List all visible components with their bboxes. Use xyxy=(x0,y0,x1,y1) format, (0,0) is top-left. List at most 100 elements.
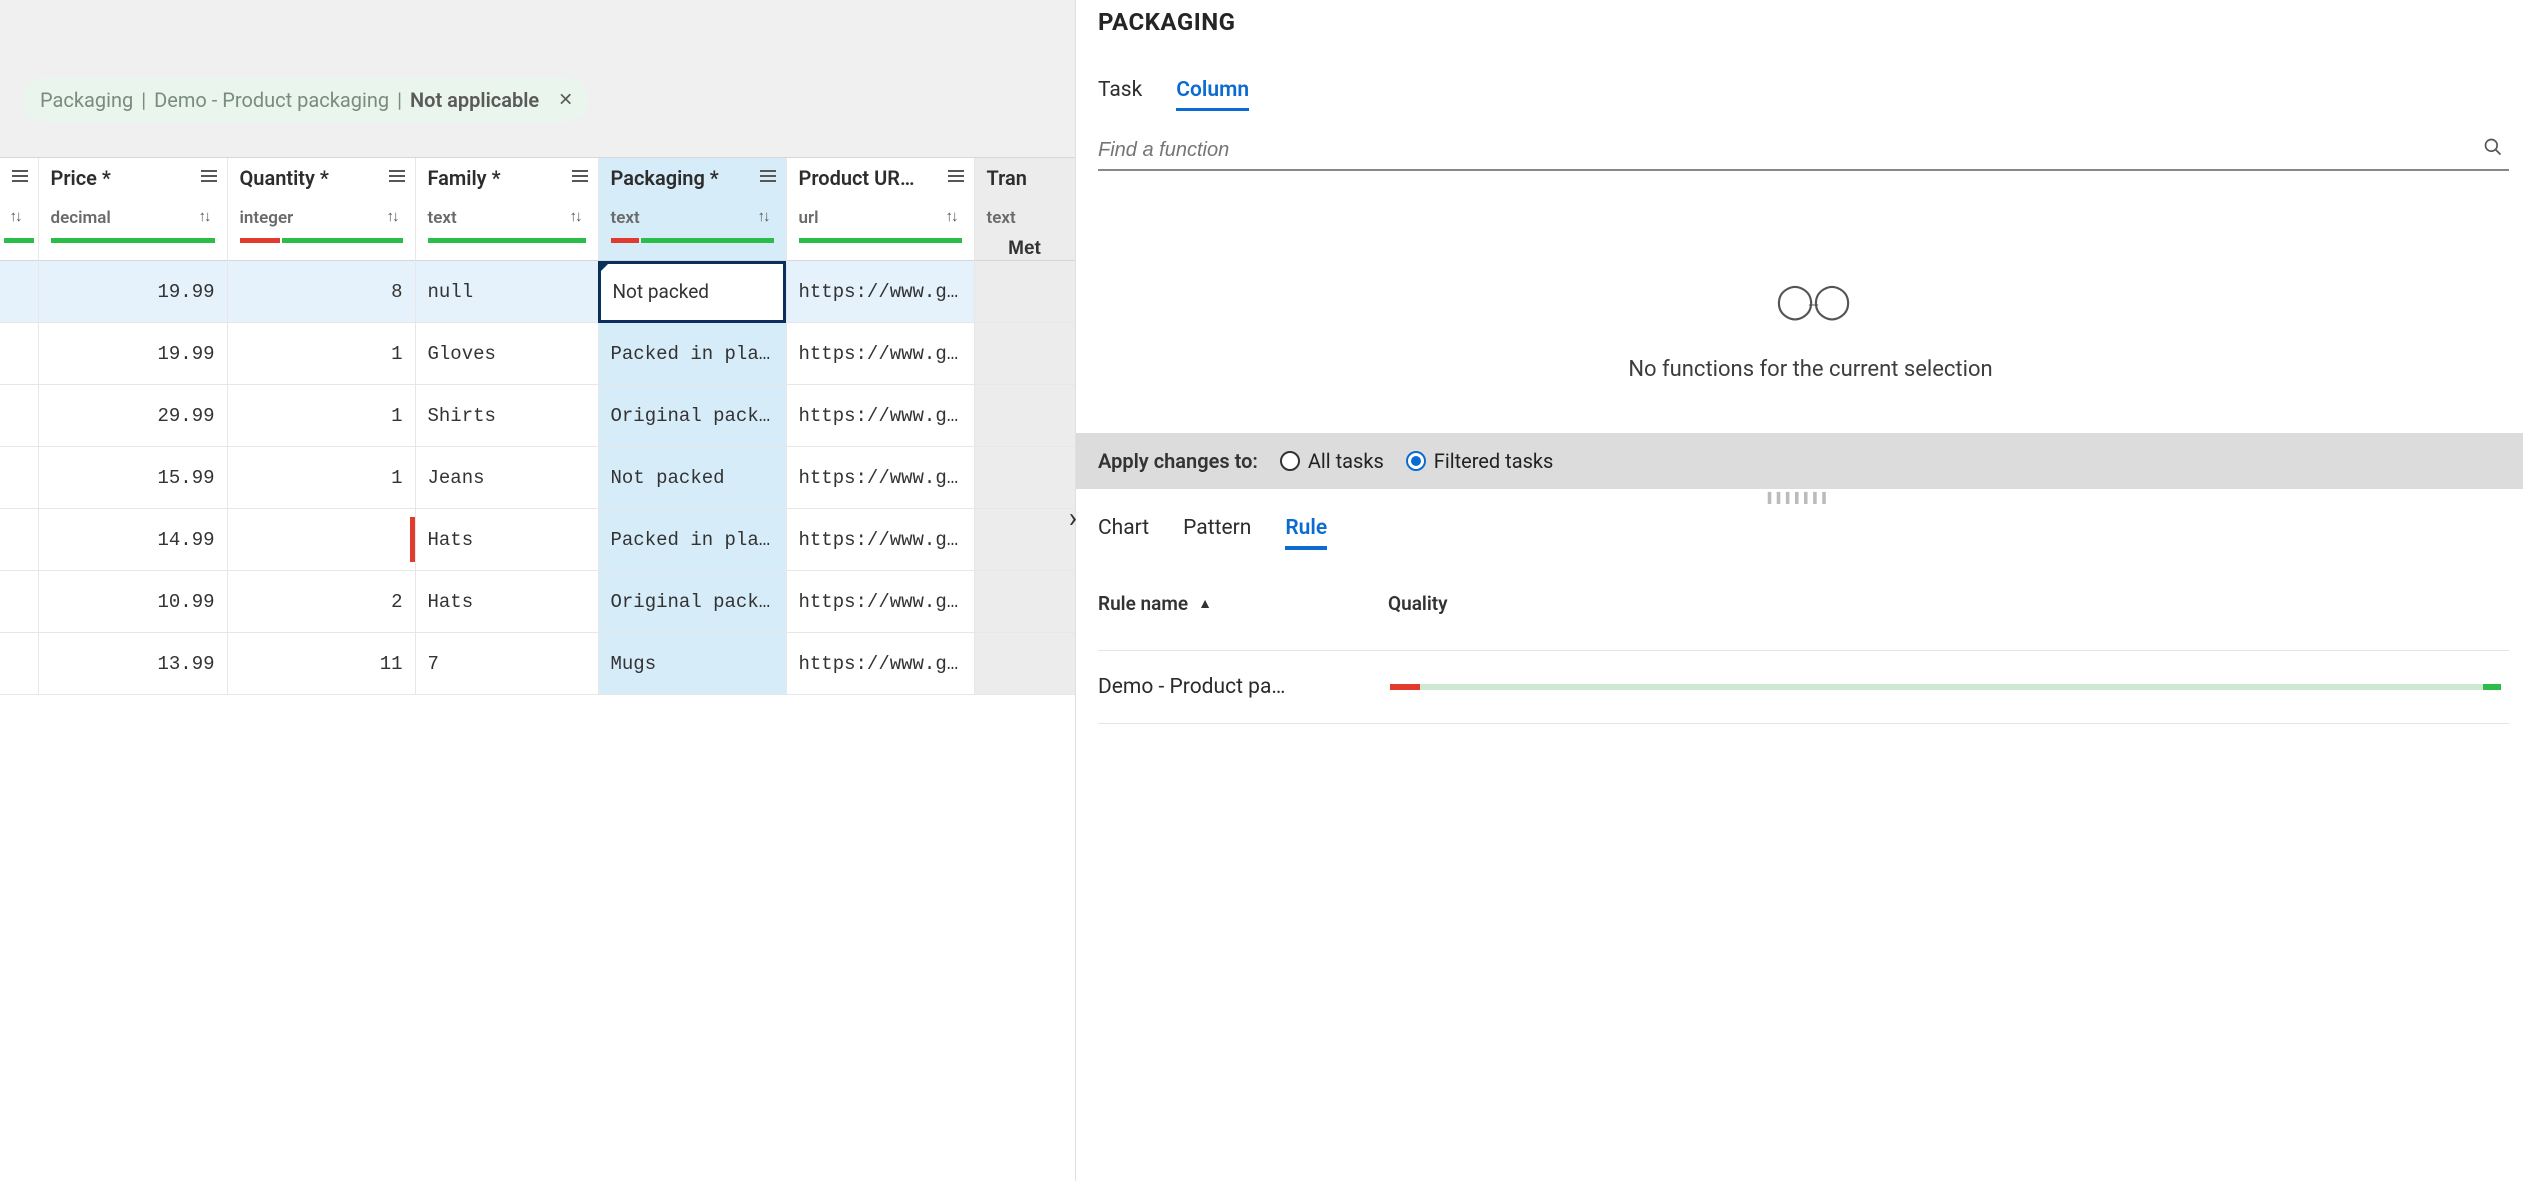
cell-packaging[interactable]: Original packag… xyxy=(598,385,786,447)
table-row[interactable]: 19.99 8 null Not packed https://www.goo… xyxy=(0,261,1075,323)
sort-asc-icon[interactable]: ▲ xyxy=(1198,595,1212,612)
cell-url[interactable]: https://www.goo… xyxy=(786,447,974,509)
table-row[interactable]: 19.99 1 Gloves Packed in plast… https://… xyxy=(0,323,1075,385)
cell-price[interactable]: 14.99 xyxy=(38,509,227,571)
column-header-packaging[interactable]: Packaging * xyxy=(598,158,786,198)
chip-close-icon[interactable]: ✕ xyxy=(558,90,573,111)
apply-option-all[interactable]: All tasks xyxy=(1280,449,1384,473)
panel-drag-handle-icon[interactable] xyxy=(1768,493,1832,504)
hamburger-icon[interactable] xyxy=(389,170,405,182)
tab-pattern[interactable]: Pattern xyxy=(1183,516,1251,550)
hamburger-icon[interactable] xyxy=(12,170,28,182)
cell-family[interactable]: null xyxy=(415,261,598,323)
cell-quantity[interactable]: 1 xyxy=(227,447,415,509)
table-row[interactable]: 15.99 1 Jeans Not packed https://www.goo… xyxy=(0,447,1075,509)
hamburger-icon[interactable] xyxy=(948,170,964,182)
hamburger-icon[interactable] xyxy=(572,170,588,182)
rule-name-header[interactable]: Rule name xyxy=(1098,592,1188,615)
cell-url[interactable]: https://www.goo… xyxy=(786,323,974,385)
empty-state-text: No functions for the current selection xyxy=(1098,357,2523,382)
cell-url[interactable]: https://www.goo… xyxy=(786,633,974,695)
cell-quantity[interactable]: 1 xyxy=(227,323,415,385)
cell-url[interactable]: https://www.goo… xyxy=(786,571,974,633)
cell-quantity-invalid[interactable] xyxy=(227,509,415,571)
sort-icon[interactable] xyxy=(387,208,405,226)
search-icon[interactable] xyxy=(2477,137,2509,163)
invalid-marker-icon xyxy=(410,517,415,562)
column-header-stub[interactable] xyxy=(0,158,38,198)
table-row[interactable]: 10.99 2 Hats Original packag… https://ww… xyxy=(0,571,1075,633)
column-header-price[interactable]: Price * xyxy=(38,158,227,198)
cell-price[interactable]: 19.99 xyxy=(38,261,227,323)
cell-family[interactable]: Gloves xyxy=(415,323,598,385)
function-search[interactable] xyxy=(1098,131,2509,171)
column-type: text xyxy=(428,208,457,228)
hamburger-icon[interactable] xyxy=(760,170,776,182)
hamburger-icon[interactable] xyxy=(201,170,217,182)
cell-quantity[interactable]: 11 xyxy=(227,633,415,695)
column-type: url xyxy=(799,208,819,228)
column-type: decimal xyxy=(51,208,111,228)
column-header-product-url[interactable]: Product UR… xyxy=(786,158,974,198)
rule-quality-header[interactable]: Quality xyxy=(1388,592,1448,615)
cell-packaging[interactable]: Not packed xyxy=(598,447,786,509)
sort-icon[interactable] xyxy=(199,208,217,226)
cell-packaging-editing[interactable]: Not packed xyxy=(598,261,786,323)
apply-label: Apply changes to: xyxy=(1098,449,1258,473)
sort-icon[interactable] xyxy=(946,208,964,226)
cell-family[interactable]: 7 xyxy=(415,633,598,695)
cell-packaging[interactable]: Original packag… xyxy=(598,571,786,633)
tab-task[interactable]: Task xyxy=(1098,78,1142,111)
tab-chart[interactable]: Chart xyxy=(1098,516,1149,550)
cell-quantity[interactable]: 1 xyxy=(227,385,415,447)
cell-family[interactable]: Hats xyxy=(415,571,598,633)
cell-price[interactable]: 10.99 xyxy=(38,571,227,633)
cell-family[interactable]: Shirts xyxy=(415,385,598,447)
meta-label: Met xyxy=(974,238,1075,261)
rule-table-header: Rule name ▲ Quality xyxy=(1098,592,2509,615)
cell-packaging[interactable]: Packed in plast… xyxy=(598,323,786,385)
tab-rule[interactable]: Rule xyxy=(1285,516,1327,550)
cell-transform[interactable] xyxy=(974,261,1075,323)
cell-packaging[interactable]: Mugs xyxy=(598,633,786,695)
column-title: Tran xyxy=(987,166,1027,190)
cell-price[interactable]: 29.99 xyxy=(38,385,227,447)
table-row[interactable]: 14.99 Hats Packed in plast… https://www.… xyxy=(0,509,1075,571)
cell-packaging[interactable]: Packed in plast… xyxy=(598,509,786,571)
sort-icon[interactable] xyxy=(10,208,28,226)
table-row[interactable]: 29.99 1 Shirts Original packag… https://… xyxy=(0,385,1075,447)
main-content: Packaging | Demo - Product packaging | N… xyxy=(0,0,1075,1181)
radio-icon xyxy=(1280,451,1300,471)
sort-icon[interactable] xyxy=(758,208,776,226)
cell-url[interactable]: https://www.goo… xyxy=(786,509,974,571)
chip-sep: | xyxy=(397,88,402,112)
cell-price[interactable]: 19.99 xyxy=(38,323,227,385)
apply-option-filtered[interactable]: Filtered tasks xyxy=(1406,449,1554,473)
column-title: Quantity * xyxy=(240,166,329,190)
filter-chip[interactable]: Packaging | Demo - Product packaging | N… xyxy=(22,78,589,122)
panel-top-tabs: Task Column xyxy=(1098,78,2523,111)
side-panel: › PACKAGING Task Column — No functions f… xyxy=(1075,0,2523,1181)
radio-label: All tasks xyxy=(1308,449,1384,473)
cell-quantity[interactable]: 8 xyxy=(227,261,415,323)
cell-quantity[interactable]: 2 xyxy=(227,571,415,633)
binoculars-icon: — xyxy=(1098,281,2523,321)
cell-url[interactable]: https://www.goo… xyxy=(786,261,974,323)
rule-row[interactable]: Demo - Product pa… xyxy=(1098,650,2509,724)
cell-price[interactable]: 13.99 xyxy=(38,633,227,695)
tab-column[interactable]: Column xyxy=(1176,78,1249,111)
table-row[interactable]: 13.99 11 7 Mugs https://www.goo… xyxy=(0,633,1075,695)
sort-icon[interactable] xyxy=(570,208,588,226)
functions-empty-state: — No functions for the current selection xyxy=(1098,281,2523,382)
cell-url[interactable]: https://www.goo… xyxy=(786,385,974,447)
column-header-family[interactable]: Family * xyxy=(415,158,598,198)
cell-family[interactable]: Jeans xyxy=(415,447,598,509)
function-search-input[interactable] xyxy=(1098,139,2477,162)
chip-sep: | xyxy=(141,88,146,112)
cell-price[interactable]: 15.99 xyxy=(38,447,227,509)
cell-family[interactable]: Hats xyxy=(415,509,598,571)
column-header-transform[interactable]: Tran xyxy=(974,158,1075,198)
column-header-quantity[interactable]: Quantity * xyxy=(227,158,415,198)
quality-bar xyxy=(598,238,786,261)
column-title: Product UR… xyxy=(799,166,915,190)
